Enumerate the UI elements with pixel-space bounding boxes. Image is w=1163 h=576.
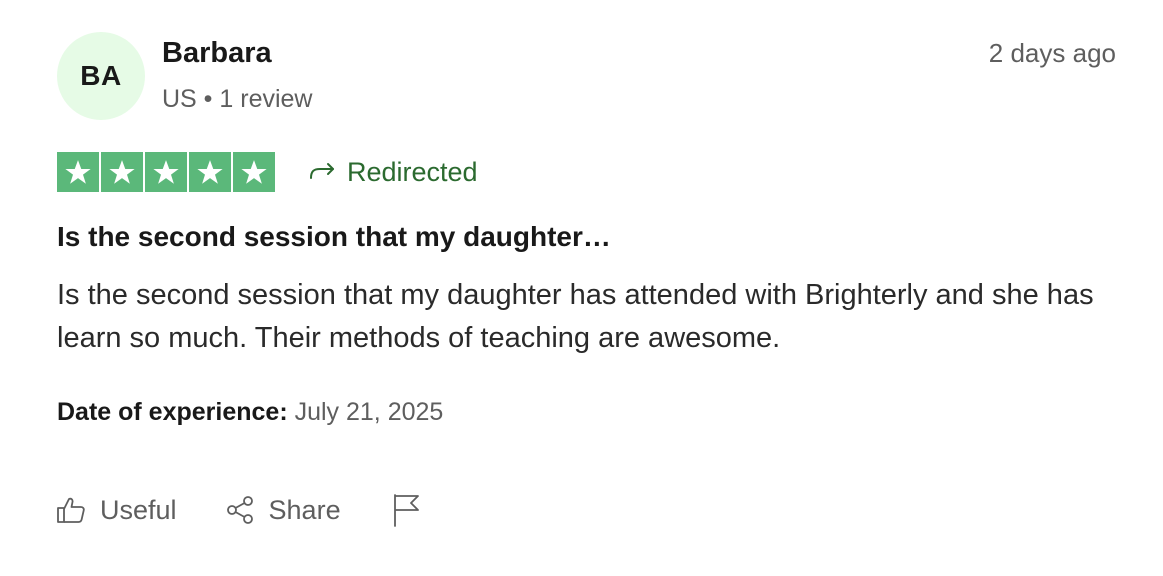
meta-separator: • <box>196 85 220 113</box>
review-card: BA Barbara US • 1 review 2 days ago Redi… <box>0 0 1163 576</box>
review-body: Is the second session that my daughter h… <box>57 279 1094 354</box>
experience-label: Date of experience: <box>57 398 288 426</box>
useful-label: Useful <box>100 494 177 525</box>
redirected-badge[interactable]: Redirected <box>307 156 478 188</box>
star-icon <box>57 152 99 192</box>
star-icon <box>145 152 187 192</box>
report-button[interactable] <box>391 492 421 528</box>
redirect-arrow-icon <box>307 160 337 184</box>
reviewer-review-count: 1 review <box>219 85 313 113</box>
star-rating <box>57 152 275 192</box>
experience-date: July 21, 2025 <box>294 398 444 426</box>
star-icon <box>101 152 143 192</box>
flag-icon <box>391 492 421 528</box>
avatar[interactable]: BA <box>57 32 145 120</box>
date-of-experience: Date of experience: July 21, 2025 <box>57 396 443 428</box>
share-label: Share <box>268 494 341 525</box>
posted-date: 2 days ago <box>988 38 1116 68</box>
avatar-initials: BA <box>80 60 122 91</box>
star-icon <box>189 152 231 192</box>
redirected-label: Redirected <box>347 157 478 187</box>
share-button[interactable]: Share <box>225 495 341 526</box>
review-title[interactable]: Is the second session that my daughter… <box>57 220 611 254</box>
reviewer-meta: US • 1 review <box>162 84 312 114</box>
reviewer-name[interactable]: Barbara <box>162 36 272 70</box>
reviewer-country: US <box>162 85 197 113</box>
share-icon <box>225 495 255 525</box>
thumbs-up-icon <box>56 495 86 525</box>
star-icon <box>233 152 275 192</box>
useful-button[interactable]: Useful <box>56 495 177 526</box>
review-actions: Useful Share <box>56 492 421 528</box>
